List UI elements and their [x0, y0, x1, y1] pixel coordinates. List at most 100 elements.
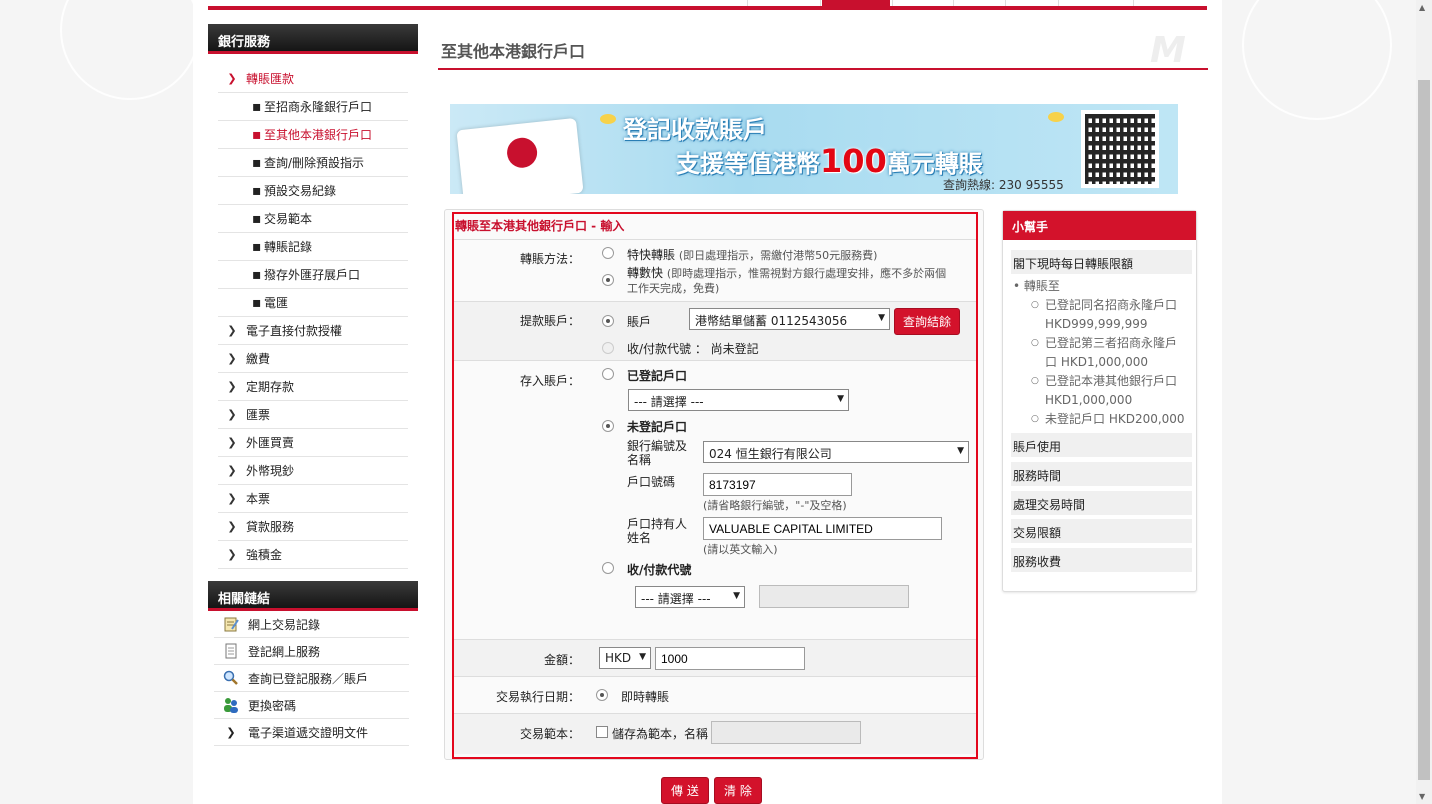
helper-daily-limit[interactable]: 閣下現時每日轉賬限額 [1011, 250, 1192, 274]
radio-debit-proxy[interactable] [602, 342, 614, 354]
bullet-icon: ▪ [252, 182, 262, 199]
radio-registered-account[interactable] [602, 368, 614, 380]
helper-account-usage[interactable]: 賬戶使用 [1011, 433, 1192, 457]
sidebar-subitem-scheduled-records[interactable]: ▪ 預設交易紀錄 [218, 177, 408, 205]
bullet-icon: ▪ [252, 294, 262, 311]
account-holder-label: 戶口持有人 姓名 [627, 517, 688, 545]
scroll-down-arrow-icon[interactable]: ▼ [1419, 792, 1425, 801]
background-flower-decoration [1242, 0, 1392, 120]
sidebar-item-fx-trading[interactable]: ❯ 外匯買賣 [218, 429, 408, 457]
proxy-id-label: 收/付款代號 [627, 563, 692, 577]
proxy-type-select[interactable]: --- 請選擇 --- [635, 586, 745, 608]
sidebar-item-loan-services[interactable]: ❯ 貸款服務 [218, 513, 408, 541]
scrollbar-thumb[interactable] [1418, 80, 1430, 780]
debit-account-select[interactable]: 港幣結單儲蓄 0112543056 [689, 308, 890, 330]
radio-immediate-transfer[interactable] [596, 689, 608, 701]
sidebar-item-foreign-banknotes[interactable]: ❯ 外幣現鈔 [218, 457, 408, 485]
helper-service-charges[interactable]: 服務收費 [1011, 548, 1192, 572]
helper-transaction-limit[interactable]: 交易限額 [1011, 519, 1192, 543]
sidebar-subitem-query-delete-instructions[interactable]: ▪ 查詢/刪除預設指示 [218, 149, 408, 177]
helper-limit-list: 轉賬至 已登記同名招商永隆戶口HKD999,999,999 已登記第三者招商永隆… [1013, 277, 1185, 429]
template-label: 交易範本： [519, 727, 580, 741]
amount-label: 金額： [543, 653, 580, 667]
save-template-checkbox[interactable] [596, 726, 608, 738]
page-background-right [1222, 0, 1416, 804]
link-online-transaction-records[interactable]: 網上交易記錄 [214, 611, 409, 638]
bank-code-label: 銀行編號及 名稱 [627, 439, 688, 467]
magnifier-icon [214, 670, 248, 686]
radio-debit-account[interactable] [602, 315, 614, 327]
promo-banner[interactable]: 登記收款賬戶 支援等值港幣100萬元轉賬 查詢熱線: 230 95555 [450, 104, 1178, 194]
link-register-online-services[interactable]: 登記網上服務 [214, 638, 409, 665]
radio-unregistered-account[interactable] [602, 420, 614, 432]
registered-account-select[interactable]: --- 請選擇 --- [628, 389, 849, 411]
page-background-left [0, 0, 200, 804]
clear-button[interactable]: 清 除 [714, 777, 762, 804]
link-change-password[interactable]: 更換密碼 [214, 692, 409, 719]
banner-headline: 登記收款賬戶 [623, 116, 767, 144]
account-holder-input[interactable] [703, 517, 942, 540]
sidebar-item-time-deposit[interactable]: ❯ 定期存款 [218, 373, 408, 401]
proxy-id-input[interactable] [759, 585, 909, 608]
banner-subheadline: 支援等值港幣100萬元轉賬 [676, 142, 983, 180]
currency-select[interactable]: HKD [599, 647, 651, 669]
bullet-icon: ▪ [252, 238, 262, 255]
sidebar-item-cashier-order[interactable]: ❯ 本票 [218, 485, 408, 513]
radio-express-transfer[interactable] [602, 247, 614, 259]
qr-code-icon [1081, 110, 1159, 188]
sidebar-item-mpf[interactable]: ❯ 強積金 [218, 541, 408, 569]
sidebar-subitem-telegraphic-transfer[interactable]: ▪ 電匯 [218, 289, 408, 317]
chevron-right-icon: ❯ [227, 324, 237, 337]
sidebar-subitem-templates[interactable]: ▪ 交易範本 [218, 205, 408, 233]
sidebar-item-edda[interactable]: ❯ 電子直接付款授權 [218, 317, 408, 345]
chevron-right-icon: ❯ [227, 436, 237, 449]
debit-account-option-label: 賬戶 [627, 315, 652, 329]
bullet-icon: ▪ [252, 154, 262, 171]
background-flower-decoration [60, 0, 200, 100]
sidebar-header-related-links: 相關鏈結 [208, 581, 418, 611]
radio-proxy-id[interactable] [602, 562, 614, 574]
top-nav-active-tab[interactable] [822, 0, 890, 8]
phone-illustration [456, 117, 584, 194]
debit-account-label: 提款賬戶： [519, 314, 580, 328]
helper-title: 小幫手 [1003, 211, 1196, 240]
sidebar-item-bill-payment[interactable]: ❯ 繳費 [218, 345, 408, 373]
sidebar-header-banking-services: 銀行服務 [208, 24, 418, 54]
scroll-up-arrow-icon[interactable]: ▲ [1419, 3, 1425, 12]
bank-code-select[interactable]: 024 恒生銀行有限公司 [703, 441, 969, 463]
sidebar-subitem-to-cmbwl[interactable]: ▪ 至招商永隆銀行戶口 [218, 93, 408, 121]
chevron-right-icon: ❯ [227, 520, 237, 533]
bullet-icon: ▪ [252, 126, 262, 143]
chevron-right-icon: ❯ [226, 725, 236, 739]
query-balance-button[interactable]: 查詢結餘 [894, 308, 961, 335]
related-links-list: 網上交易記錄 登記網上服務 查詢已登記服務／賬戶 更換密碼 ❯ 電子渠道遞交證明… [214, 611, 409, 746]
link-submit-documents[interactable]: ❯ 電子渠道遞交證明文件 [214, 719, 409, 746]
link-query-registered-services[interactable]: 查詢已登記服務／賬戶 [214, 665, 409, 692]
template-name-input[interactable] [711, 721, 861, 744]
bullet-icon: ▪ [252, 266, 262, 283]
account-number-input[interactable] [703, 473, 852, 496]
account-number-label: 戶口號碼 [627, 475, 676, 489]
save-template-label: 儲存為範本，名稱 [612, 727, 709, 741]
fps-label: 轉數快 (即時處理指示，惟需視對方銀行處理安排，應不多於兩個 工作天完成，免費) [627, 266, 947, 295]
chevron-right-icon: ❯ [227, 464, 237, 477]
helper-service-hours[interactable]: 服務時間 [1011, 462, 1192, 486]
execution-date-label: 交易執行日期： [495, 690, 580, 704]
sidebar-item-transfer[interactable]: ❯ 轉賬匯款 [218, 65, 408, 93]
submit-button[interactable]: 傳 送 [661, 777, 709, 804]
express-transfer-label: 特快轉賬 (即日處理指示，需繳付港幣50元服務費) [627, 248, 878, 262]
chevron-right-icon: ❯ [227, 548, 237, 561]
chevron-right-icon: ❯ [227, 492, 237, 505]
sidebar-subitem-to-other-local-bank[interactable]: ▪ 至其他本港銀行戶口 [218, 121, 408, 149]
form-title: 轉賬至本港其他銀行戶口 - 輸入 [455, 219, 625, 233]
helper-processing-time[interactable]: 處理交易時間 [1011, 491, 1192, 515]
transfer-method-label: 轉賬方法： [519, 252, 580, 266]
chevron-right-icon: ❯ [227, 408, 237, 421]
amount-input[interactable] [655, 647, 805, 670]
radio-fps[interactable] [602, 274, 614, 286]
bullet-icon: ▪ [252, 98, 262, 115]
sidebar-item-demand-draft[interactable]: ❯ 匯票 [218, 401, 408, 429]
sidebar-subitem-margin-account[interactable]: ▪ 撥存外匯孖展戶口 [218, 261, 408, 289]
sidebar-subitem-transfer-records[interactable]: ▪ 轉賬記錄 [218, 233, 408, 261]
immediate-transfer-label: 即時轉賬 [621, 690, 670, 704]
